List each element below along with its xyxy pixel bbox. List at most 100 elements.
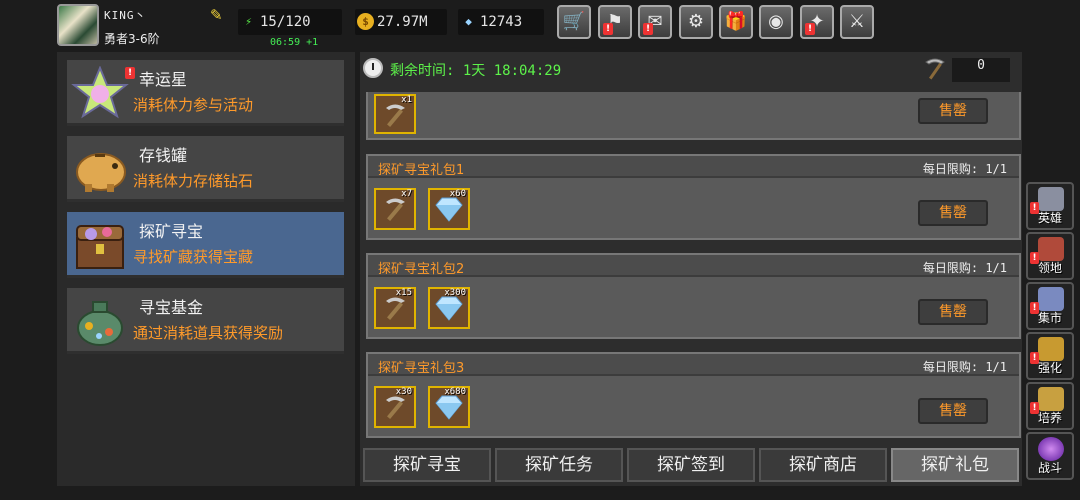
- category-desc: 寻找矿藏获得宝藏: [133, 248, 254, 266]
- energy-timer: 06:59 +1: [270, 37, 319, 48]
- lucky-star-icon: [71, 66, 129, 119]
- edit-icon[interactable]: ✎: [210, 6, 228, 24]
- spellbook-icon[interactable]: ✦!: [800, 5, 834, 39]
- buy-button[interactable]: 售罄: [918, 398, 988, 424]
- category-title: 探矿寻宝: [139, 222, 204, 241]
- category-mining-treasure[interactable]: 探矿寻宝 寻找矿藏获得宝藏: [67, 212, 344, 278]
- swords-icon[interactable]: ⚔: [840, 5, 874, 39]
- helmet-icon: [1038, 187, 1064, 211]
- pickaxe-item[interactable]: x7: [374, 188, 416, 230]
- pack-header: 探矿寻宝礼包1 每日限购: 1/1: [368, 156, 1019, 178]
- category-title: 寻宝基金: [139, 298, 204, 317]
- gift-pack-previous: x1 售罄: [366, 92, 1021, 140]
- market-icon: [1038, 287, 1064, 311]
- battle-flag-icon[interactable]: ⚑!: [598, 5, 632, 39]
- item-qty: x7: [401, 189, 412, 199]
- item-qty: x15: [395, 288, 412, 298]
- category-desc: 通过消耗道具获得奖励: [133, 324, 284, 342]
- pack-name: 探矿寻宝礼包2: [378, 262, 465, 277]
- item-qty: x680: [444, 387, 466, 397]
- category-treasure-fund[interactable]: 寻宝基金 通过消耗道具获得奖励: [67, 288, 344, 354]
- nav-label: 英雄: [1037, 211, 1062, 225]
- category-panel: ! 幸运星 消耗体力参与活动 存钱罐 消耗体力存储钻石 探矿寻宝 寻找矿藏获得宝…: [57, 52, 355, 486]
- item-qty: x30: [395, 387, 412, 397]
- shop-cart-icon[interactable]: 🛒: [557, 5, 591, 39]
- gold-value: 27.97M: [377, 14, 428, 30]
- category-desc: 消耗体力存储钻石: [133, 172, 254, 190]
- gear-icon[interactable]: ⚙: [679, 5, 713, 39]
- upgrade-icon: [1038, 337, 1064, 361]
- pickaxe-item[interactable]: x30: [374, 386, 416, 428]
- castle-icon: [1038, 237, 1064, 261]
- pack-header: 探矿寻宝礼包2 每日限购: 1/1: [368, 255, 1019, 277]
- trophy-icon: [1038, 387, 1064, 411]
- mining-tabs: 探矿寻宝 探矿任务 探矿签到 探矿商店 探矿礼包: [360, 446, 1022, 486]
- category-lucky-star[interactable]: ! 幸运星 消耗体力参与活动: [67, 60, 344, 126]
- gift-icon[interactable]: 🎁: [719, 5, 753, 39]
- color-wheel-icon[interactable]: ◉: [759, 5, 793, 39]
- pack-name: 探矿寻宝礼包3: [378, 361, 465, 376]
- diamond-item[interactable]: x60: [428, 188, 470, 230]
- buy-button[interactable]: 售罄: [918, 299, 988, 325]
- tab-mining-shop[interactable]: 探矿商店: [759, 448, 887, 482]
- nav-battle[interactable]: 战斗: [1026, 432, 1074, 480]
- nav-label: 领地: [1037, 261, 1062, 275]
- buy-button[interactable]: 售罄: [918, 200, 988, 226]
- remaining-time: 剩余时间: 1天 18:04:29: [390, 63, 562, 79]
- alert-icon: !: [805, 23, 815, 35]
- tab-mining-checkin[interactable]: 探矿签到: [627, 448, 755, 482]
- gift-pack-panel: 剩余时间: 1天 18:04:29 0 x1 售罄 探矿寻宝礼包1 每日限购: …: [360, 52, 1022, 486]
- category-title: 幸运星: [139, 70, 188, 89]
- alert-icon: !: [643, 23, 653, 35]
- purchase-limit: 每日限购: 1/1: [922, 261, 1007, 275]
- nav-territory[interactable]: ! 领地: [1026, 232, 1074, 280]
- nav-market[interactable]: ! 集市: [1026, 282, 1074, 330]
- gem-icon: ◆: [465, 15, 472, 28]
- piggy-bank-icon: [76, 153, 126, 192]
- nav-train[interactable]: ! 培养: [1026, 382, 1074, 430]
- item-qty: x1: [401, 95, 412, 105]
- player-name: KING丶: [104, 9, 147, 22]
- gem-value: 12743: [480, 14, 523, 30]
- tab-mining-treasure[interactable]: 探矿寻宝: [363, 448, 491, 482]
- pickaxe-count: 0: [952, 58, 1010, 82]
- category-piggy-bank[interactable]: 存钱罐 消耗体力存储钻石: [67, 136, 344, 202]
- gift-pack-2: 探矿寻宝礼包2 每日限购: 1/1 x15 x300 售罄: [366, 253, 1021, 339]
- tab-mining-gift-pack[interactable]: 探矿礼包: [891, 448, 1019, 482]
- nav-label: 战斗: [1037, 461, 1062, 475]
- gift-pack-1: 探矿寻宝礼包1 每日限购: 1/1 x7 x60 售罄: [366, 154, 1021, 240]
- purchase-limit: 每日限购: 1/1: [922, 162, 1007, 176]
- player-rank: 勇者3-6阶: [104, 32, 160, 46]
- player-avatar[interactable]: [57, 4, 99, 46]
- nav-hero[interactable]: ! 英雄: [1026, 182, 1074, 230]
- category-desc: 消耗体力参与活动: [133, 96, 254, 114]
- item-qty: x300: [444, 288, 466, 298]
- portal-icon: [1038, 437, 1064, 461]
- gem-display: ◆ 12743: [458, 9, 544, 35]
- mail-icon[interactable]: ✉!: [638, 5, 672, 39]
- nav-upgrade[interactable]: ! 强化: [1026, 332, 1074, 380]
- category-title: 存钱罐: [139, 146, 188, 165]
- alert-icon: !: [125, 67, 135, 79]
- diamond-item[interactable]: x680: [428, 386, 470, 428]
- energy-display: ⚡ 15/120: [238, 9, 342, 35]
- pack-name: 探矿寻宝礼包1: [378, 163, 465, 178]
- tab-mining-tasks[interactable]: 探矿任务: [495, 448, 623, 482]
- pickaxe-icon: [925, 58, 945, 80]
- gold-coin-icon: $: [357, 13, 374, 30]
- buy-button[interactable]: 售罄: [918, 98, 988, 124]
- timer-row: 剩余时间: 1天 18:04:29 0: [360, 52, 1022, 88]
- treasure-chest-icon: [76, 225, 124, 269]
- money-bag-icon: [77, 301, 123, 346]
- pickaxe-item[interactable]: x1: [374, 94, 416, 134]
- pickaxe-item[interactable]: x15: [374, 287, 416, 329]
- diamond-item[interactable]: x300: [428, 287, 470, 329]
- energy-value: 15/120: [260, 14, 311, 30]
- nav-label: 强化: [1037, 361, 1062, 375]
- top-bar: KING丶 勇者3-6阶 ✎ ⚡ 15/120 06:59 +1 $ 27.97…: [0, 0, 1080, 52]
- energy-bolt-icon: ⚡: [245, 15, 252, 28]
- purchase-limit: 每日限购: 1/1: [922, 360, 1007, 374]
- nav-label: 培养: [1037, 411, 1062, 425]
- clock-icon: [363, 58, 383, 78]
- gift-pack-3: 探矿寻宝礼包3 每日限购: 1/1 x30 x680 售罄: [366, 352, 1021, 438]
